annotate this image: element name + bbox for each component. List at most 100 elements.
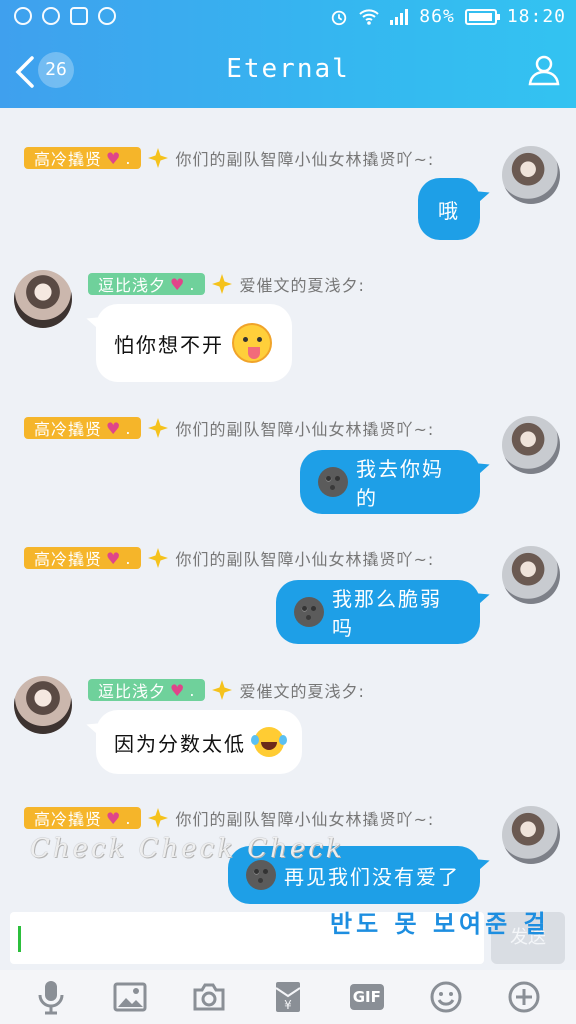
star-icon bbox=[148, 148, 169, 168]
rank-tag-suffix: . bbox=[125, 418, 132, 438]
rank-tag-suffix: . bbox=[125, 808, 132, 828]
message-text: 我那么脆弱吗 bbox=[332, 587, 442, 640]
heart-icon: ♥ bbox=[170, 680, 186, 700]
rank-tag: 高冷撬贤 ♥. bbox=[24, 807, 142, 829]
sender-nickname: 你们的副队智障小仙女林撬贤吖~: bbox=[175, 150, 435, 169]
camera-icon bbox=[193, 983, 225, 1011]
avatar[interactable] bbox=[14, 270, 72, 328]
image-button[interactable] bbox=[110, 977, 150, 1017]
rank-tag: 逗比浅夕 ♥. bbox=[88, 273, 206, 295]
heart-icon: ♥ bbox=[106, 148, 122, 168]
weibo-icon bbox=[42, 7, 60, 25]
message-meta: 高冷撬贤 ♥. 你们的副队智障小仙女林撬贤吖~: bbox=[24, 416, 434, 440]
star-icon bbox=[148, 548, 169, 568]
microphone-icon bbox=[38, 981, 64, 1015]
rank-tag-label: 高冷撬贤 bbox=[34, 550, 103, 569]
qq-icon bbox=[14, 7, 32, 25]
gallery-icon bbox=[70, 7, 88, 25]
camera-button[interactable] bbox=[189, 977, 229, 1017]
message-bubble[interactable]: 哦 bbox=[418, 178, 480, 240]
sender-nickname: 爱催文的夏浅夕: bbox=[239, 682, 365, 701]
message-meta: 高冷撬贤 ♥. 你们的副队智障小仙女林撬贤吖~: bbox=[24, 546, 434, 570]
alarm-icon bbox=[332, 10, 347, 25]
sender-nickname: 你们的副队智障小仙女林撬贤吖~: bbox=[175, 550, 435, 569]
avatar[interactable] bbox=[502, 146, 560, 204]
more-button[interactable] bbox=[504, 977, 544, 1017]
message-item: 高冷撬贤 ♥. 你们的副队智障小仙女林撬贤吖~: 我那么脆弱吗 bbox=[0, 538, 576, 658]
star-icon bbox=[212, 274, 233, 294]
heart-icon: ♥ bbox=[106, 808, 122, 828]
message-text: 我去你妈的 bbox=[356, 457, 444, 510]
clock: 18:20 bbox=[506, 6, 566, 27]
star-icon bbox=[212, 680, 233, 700]
battery-percent: 86% bbox=[419, 6, 455, 27]
tongue-emoji-icon bbox=[232, 323, 272, 363]
message-meta: 逗比浅夕 ♥. 爱催文的夏浅夕: bbox=[88, 678, 365, 702]
star-icon bbox=[148, 808, 169, 828]
rank-tag: 逗比浅夕 ♥. bbox=[88, 679, 206, 701]
laughing-tears-emoji-icon bbox=[251, 727, 284, 757]
rank-tag-suffix: . bbox=[125, 148, 132, 168]
text-caret bbox=[18, 926, 21, 952]
overlay-caption: 반도 못 보여준 걸 bbox=[330, 910, 550, 938]
smiley-icon bbox=[430, 981, 462, 1013]
rank-tag-suffix: . bbox=[189, 274, 196, 294]
chat-area[interactable]: 高冷撬贤 ♥. 你们的副队智障小仙女林撬贤吖~: 哦 逗比浅夕 ♥. 爱催文的夏浅夕… bbox=[0, 108, 576, 908]
message-text: 哦 bbox=[438, 198, 460, 223]
message-bubble[interactable]: 我去你妈的 bbox=[300, 450, 480, 514]
red-packet-icon: ¥ bbox=[275, 982, 301, 1012]
heart-icon: ♥ bbox=[106, 548, 122, 568]
rank-tag-label: 高冷撬贤 bbox=[34, 150, 103, 169]
plus-circle-icon bbox=[508, 981, 540, 1013]
message-item: 逗比浅夕 ♥. 爱催文的夏浅夕: 因为分数太低 bbox=[0, 674, 576, 794]
svg-text:¥: ¥ bbox=[284, 998, 292, 1012]
message-item: 高冷撬贤 ♥. 你们的副队智障小仙女林撬贤吖~: 我去你妈的 bbox=[0, 408, 576, 528]
message-text: 因为分数太低 bbox=[114, 731, 246, 756]
star-icon bbox=[148, 418, 169, 438]
message-bubble[interactable]: 我那么脆弱吗 bbox=[276, 580, 480, 644]
avatar[interactable] bbox=[14, 676, 72, 734]
chat-title: Eternal bbox=[226, 54, 350, 84]
gif-button[interactable]: GIF bbox=[347, 977, 387, 1017]
heart-icon: ♥ bbox=[106, 418, 122, 438]
message-item: 逗比浅夕 ♥. 爱催文的夏浅夕: 怕你想不开 bbox=[0, 268, 576, 398]
rank-tag-label: 高冷撬贤 bbox=[34, 810, 103, 829]
message-text: 再见我们没有爱了 bbox=[284, 864, 460, 889]
rank-tag: 高冷撬贤 ♥. bbox=[24, 417, 142, 439]
avatar[interactable] bbox=[502, 416, 560, 474]
emoji-notify-icon bbox=[98, 7, 116, 25]
avatar[interactable] bbox=[502, 806, 560, 864]
message-meta: 高冷撬贤 ♥. 你们的副队智障小仙女林撬贤吖~: bbox=[24, 806, 434, 830]
rank-tag: 高冷撬贤 ♥. bbox=[24, 147, 142, 169]
rank-tag-suffix: . bbox=[189, 680, 196, 700]
status-bar: 86% 18:20 bbox=[0, 0, 576, 36]
message-text: 怕你想不开 bbox=[114, 332, 224, 357]
top-bar: 86% 18:20 26 Eternal bbox=[0, 0, 576, 108]
rank-tag-label: 高冷撬贤 bbox=[34, 420, 103, 439]
watermark-text: Check Check Check bbox=[30, 834, 345, 864]
red-packet-button[interactable]: ¥ bbox=[268, 977, 308, 1017]
rank-tag-label: 逗比浅夕 bbox=[98, 682, 167, 701]
new-moon-face-icon bbox=[294, 597, 324, 627]
voice-button[interactable] bbox=[31, 977, 71, 1017]
sender-nickname: 你们的副队智障小仙女林撬贤吖~: bbox=[175, 810, 435, 829]
rank-tag-label: 逗比浅夕 bbox=[98, 276, 167, 295]
sender-nickname: 爱催文的夏浅夕: bbox=[239, 276, 365, 295]
message-bubble[interactable]: 因为分数太低 bbox=[96, 710, 302, 774]
emoji-button[interactable] bbox=[426, 977, 466, 1017]
nav-bar: 26 Eternal bbox=[0, 36, 576, 108]
image-icon bbox=[113, 982, 147, 1012]
group-members-icon[interactable] bbox=[526, 52, 562, 88]
message-item: 高冷撬贤 ♥. 你们的副队智障小仙女林撬贤吖~: 哦 bbox=[0, 138, 576, 248]
battery-icon bbox=[464, 8, 500, 25]
new-moon-face-icon bbox=[318, 467, 348, 497]
bottom-toolbar: ¥ GIF bbox=[0, 970, 576, 1024]
message-bubble[interactable]: 怕你想不开 bbox=[96, 304, 292, 382]
message-meta: 逗比浅夕 ♥. 爱催文的夏浅夕: bbox=[88, 272, 365, 296]
avatar[interactable] bbox=[502, 546, 560, 604]
gif-label: GIF bbox=[349, 984, 384, 1010]
new-moon-face-icon bbox=[246, 860, 276, 890]
signal-icon bbox=[390, 8, 409, 25]
message-meta: 高冷撬贤 ♥. 你们的副队智障小仙女林撬贤吖~: bbox=[24, 146, 434, 170]
wifi-icon bbox=[359, 8, 379, 25]
